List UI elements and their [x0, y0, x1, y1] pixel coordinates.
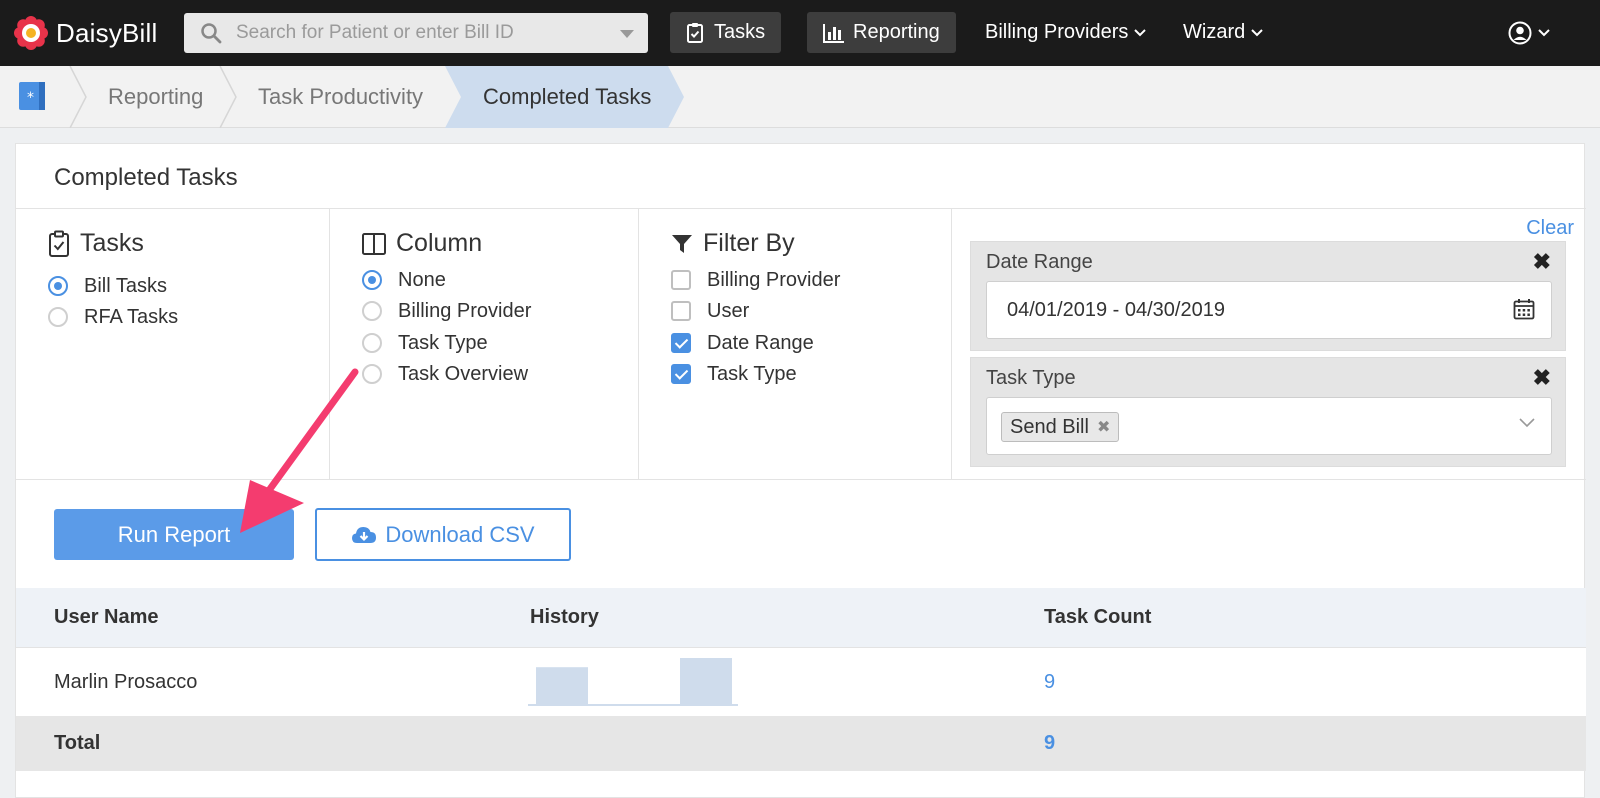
daisybill-logo[interactable]: DaisyBill — [14, 15, 157, 51]
chevron-down-icon[interactable] — [1519, 418, 1535, 428]
radio-button[interactable] — [362, 364, 382, 384]
table-header: User Name History Task Count — [16, 588, 1586, 648]
task-type-tag: Send Bill ✖ — [1001, 412, 1120, 442]
breadcrumb-item-reporting[interactable]: Reporting — [108, 66, 203, 128]
breadcrumb: * Reporting Task Productivity Completed … — [0, 66, 1600, 128]
breadcrumb-item-task-productivity[interactable]: Task Productivity — [258, 66, 423, 128]
task-type-select[interactable]: Send Bill ✖ — [986, 397, 1552, 455]
search-icon — [201, 23, 222, 44]
clipboard-check-icon — [49, 230, 69, 257]
page-title: Completed Tasks — [54, 164, 238, 191]
radio-column-none[interactable]: None — [362, 267, 446, 293]
radio-column-task-overview[interactable]: Task Overview — [362, 361, 528, 387]
radio-button[interactable] — [362, 270, 382, 290]
download-csv-button[interactable]: Download CSV — [315, 508, 571, 561]
report-panel: Completed Tasks Tasks Bill Tasks RFA Tas… — [15, 143, 1586, 798]
column-heading: Column — [362, 229, 482, 258]
remove-task-type-filter-icon[interactable]: ✖ — [1533, 365, 1551, 391]
total-label: Total — [54, 732, 101, 754]
nav-wizard-menu[interactable]: Wizard — [1183, 12, 1263, 53]
table-row: Marlin Prosacco 9 — [16, 648, 1586, 716]
run-report-button[interactable]: Run Report — [54, 509, 294, 560]
radio-button[interactable] — [48, 276, 68, 296]
date-range-label: Date Range — [986, 251, 1093, 273]
task-type-label: Task Type — [986, 367, 1076, 389]
column-header-user-name[interactable]: User Name — [54, 588, 159, 647]
date-range-value: 04/01/2019 - 04/30/2019 — [1007, 299, 1225, 321]
chevron-down-icon — [1134, 28, 1147, 36]
breadcrumb-item-completed-tasks: Completed Tasks — [483, 84, 652, 109]
bar-chart-icon — [823, 23, 844, 43]
task-type-filter: Task Type ✖ Send Bill ✖ — [970, 357, 1566, 467]
nav-billing-providers-menu[interactable]: Billing Providers — [985, 12, 1147, 53]
radio-column-task-type[interactable]: Task Type — [362, 330, 488, 356]
checkbox-filter-user[interactable]: User — [671, 298, 749, 324]
history-sparkline — [528, 658, 738, 706]
columns-icon — [362, 232, 386, 255]
tasks-heading: Tasks — [48, 229, 144, 258]
user-name-cell: Marlin Prosacco — [54, 670, 198, 693]
radio-bill-tasks[interactable]: Bill Tasks — [48, 273, 167, 299]
nav-wizard-label: Wizard — [1183, 21, 1246, 43]
history-bar — [680, 658, 732, 704]
checkbox[interactable] — [671, 270, 691, 290]
nav-reporting-button[interactable]: Reporting — [807, 12, 956, 53]
report-options: Tasks Bill Tasks RFA Tasks Column None B… — [16, 208, 1586, 480]
top-nav: DaisyBill Search for Patient or enter Bi… — [0, 0, 1600, 66]
calendar-icon[interactable] — [1513, 298, 1535, 320]
cloud-download-icon — [352, 526, 377, 543]
remove-tag-icon[interactable]: ✖ — [1097, 417, 1110, 437]
tasks-option-group: Tasks Bill Tasks RFA Tasks — [16, 209, 330, 479]
daisy-logo-icon — [14, 16, 48, 50]
clipboard-check-icon — [687, 22, 703, 43]
radio-button[interactable] — [362, 333, 382, 353]
checkbox-filter-date-range[interactable]: Date Range — [671, 330, 814, 356]
filter-by-option-group: Filter By Billing Provider User Date Ran… — [639, 209, 952, 479]
date-range-filter: Date Range ✖ 04/01/2019 - 04/30/2019 — [970, 241, 1566, 351]
checkbox-filter-task-type[interactable]: Task Type — [671, 361, 797, 387]
history-bar — [536, 667, 588, 704]
nav-tasks-label: Tasks — [714, 21, 766, 43]
clear-filters-link[interactable]: Clear — [1526, 217, 1574, 240]
task-count-link[interactable]: 9 — [1044, 648, 1055, 716]
search-placeholder: Search for Patient or enter Bill ID — [236, 22, 514, 43]
remove-date-range-filter-icon[interactable]: ✖ — [1533, 249, 1551, 275]
radio-rfa-tasks[interactable]: RFA Tasks — [48, 304, 178, 330]
table-total-row: Total 9 — [16, 716, 1586, 771]
radio-button[interactable] — [48, 307, 68, 327]
user-account-menu[interactable] — [1508, 12, 1550, 53]
radio-button[interactable] — [362, 301, 382, 321]
total-count-link[interactable]: 9 — [1044, 716, 1055, 771]
chevron-down-icon — [1251, 28, 1263, 36]
search-input[interactable]: Search for Patient or enter Bill ID — [184, 13, 648, 53]
radio-column-billing-provider[interactable]: Billing Provider — [362, 298, 531, 324]
filter-icon — [672, 234, 692, 253]
column-header-task-count[interactable]: Task Count — [1044, 588, 1151, 647]
checkbox-filter-billing-provider[interactable]: Billing Provider — [671, 267, 840, 293]
nav-billing-providers-label: Billing Providers — [985, 21, 1129, 43]
filter-by-heading: Filter By — [671, 229, 795, 258]
checkbox[interactable] — [671, 364, 691, 384]
chevron-down-icon — [1538, 28, 1550, 36]
column-header-history[interactable]: History — [530, 588, 599, 647]
search-dropdown-caret-icon[interactable] — [620, 30, 634, 38]
checkbox[interactable] — [671, 333, 691, 353]
checkbox[interactable] — [671, 301, 691, 321]
nav-reporting-label: Reporting — [853, 21, 940, 43]
user-avatar-icon — [1508, 21, 1532, 44]
logo-text: DaisyBill — [56, 17, 158, 48]
column-option-group: Column None Billing Provider Task Type T… — [330, 209, 639, 479]
nav-tasks-button[interactable]: Tasks — [670, 12, 782, 53]
date-range-input[interactable]: 04/01/2019 - 04/30/2019 — [986, 281, 1552, 339]
